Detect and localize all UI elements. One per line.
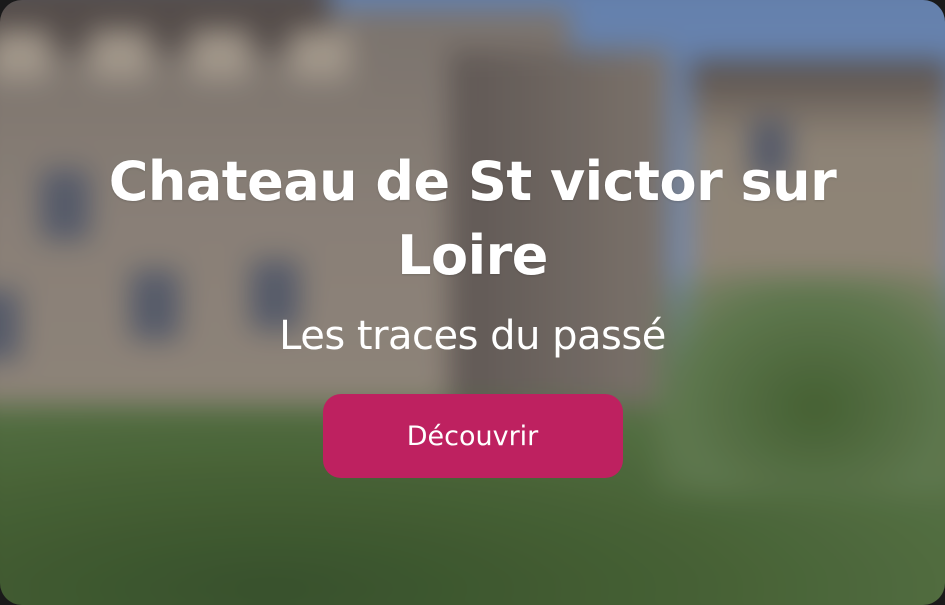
hero-banner: Chateau de St victor sur Loire Les trace… — [0, 0, 945, 605]
discover-button[interactable]: Découvrir — [322, 394, 623, 478]
page-title: Chateau de St victor sur Loire — [108, 150, 837, 287]
hero-subtitle: Les traces du passé — [279, 313, 666, 359]
hero-content: Chateau de St victor sur Loire Les trace… — [0, 145, 945, 478]
